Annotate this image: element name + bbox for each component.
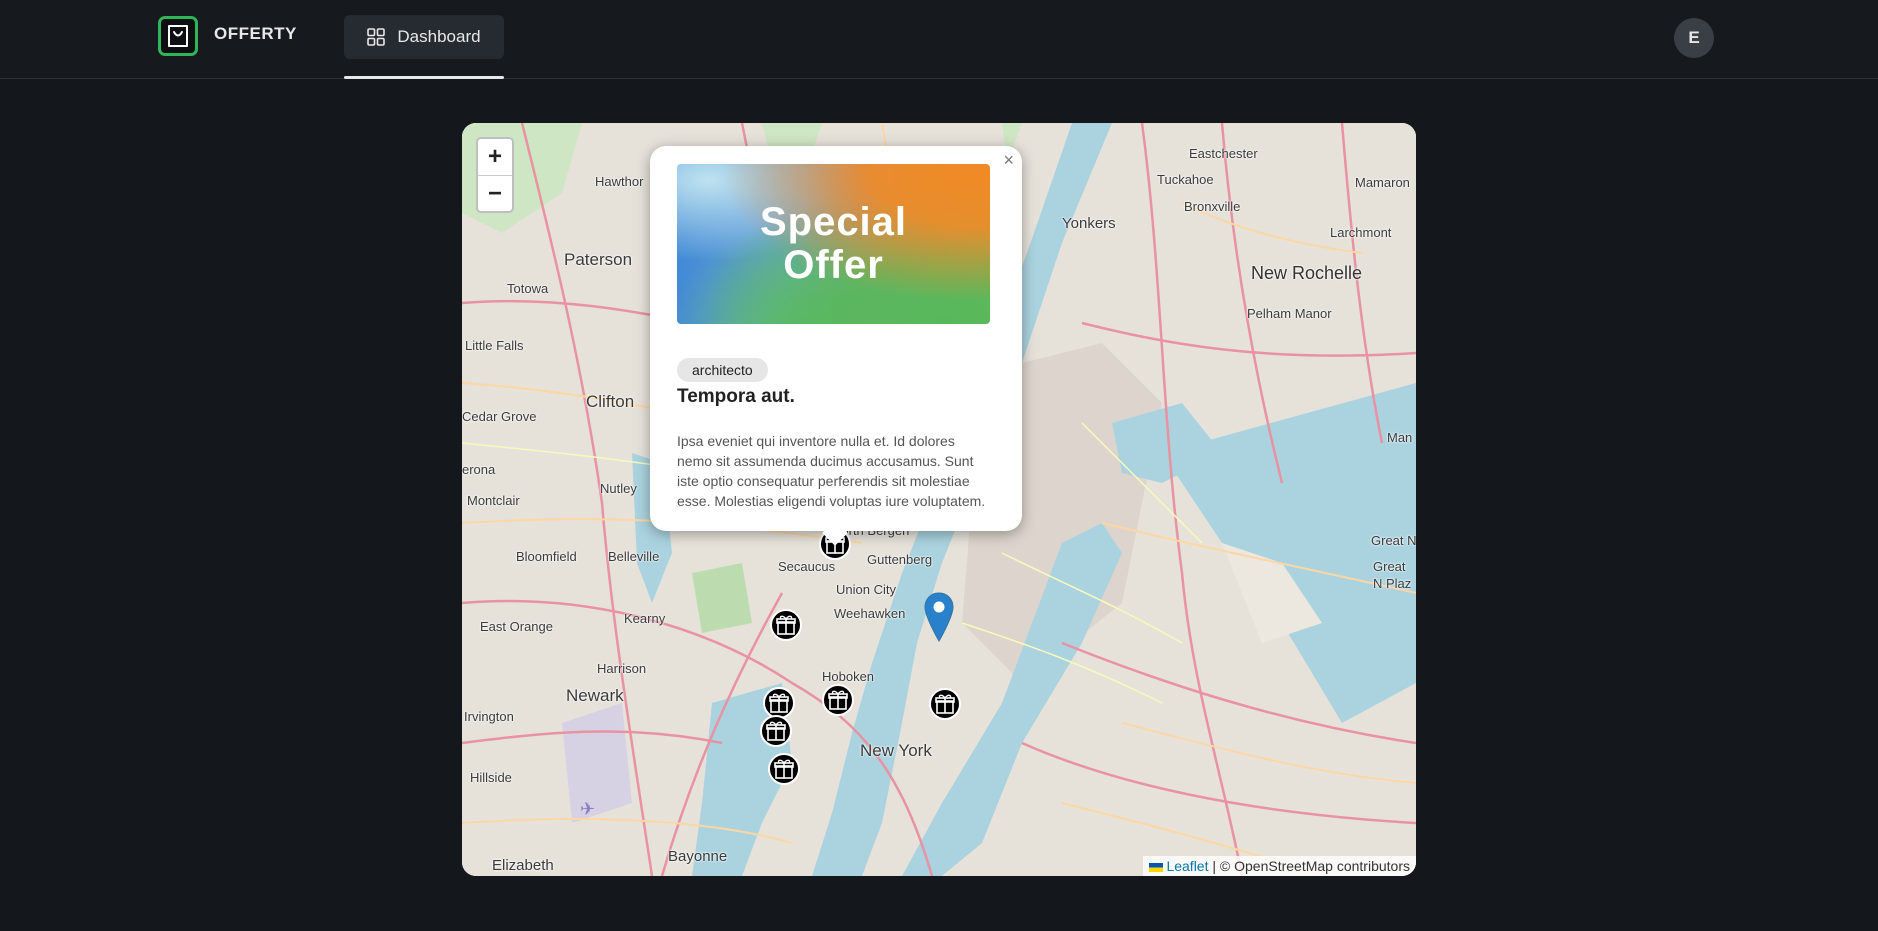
app-header: OFFERTY Dashboard E — [0, 0, 1878, 79]
gift-marker-icon[interactable] — [768, 753, 800, 785]
brand[interactable]: OFFERTY — [158, 16, 297, 56]
attribution-text: | © OpenStreetMap contributors — [1208, 858, 1410, 874]
place-label: Irvington — [464, 709, 514, 724]
location-pin-icon[interactable] — [924, 592, 954, 642]
place-label: Yonkers — [1062, 215, 1116, 232]
nav-tab-label: Dashboard — [397, 27, 481, 46]
active-tab-indicator — [344, 76, 504, 79]
brand-name: OFFERTY — [214, 24, 297, 43]
gift-marker-icon[interactable] — [760, 715, 792, 747]
place-label: Bloomfield — [516, 549, 577, 564]
place-label: Clifton — [586, 392, 635, 411]
place-label: Paterson — [564, 250, 633, 269]
zoom-out-button[interactable]: − — [478, 175, 512, 211]
shopping-bag-icon — [158, 16, 198, 56]
place-label: Bronxville — [1184, 199, 1241, 214]
avatar[interactable]: E — [1674, 18, 1714, 58]
place-label: Great N Plaz — [1373, 559, 1412, 591]
gift-marker-icon[interactable] — [770, 609, 802, 641]
place-label: Union City — [836, 582, 896, 597]
grid-icon — [367, 28, 386, 46]
zoom-control: + − — [476, 137, 514, 213]
place-label: Eastchester — [1189, 146, 1258, 161]
nav-tab-dashboard[interactable]: Dashboard — [344, 15, 504, 59]
gift-marker-icon[interactable] — [822, 684, 854, 716]
ukraine-flag-icon — [1149, 862, 1164, 872]
gift-marker-icon[interactable] — [929, 688, 961, 720]
place-label: Belleville — [608, 549, 660, 564]
place-label: Totowa — [507, 281, 549, 296]
place-label: Bayonne — [668, 848, 728, 865]
map-attribution: Leaflet | © OpenStreetMap contributors — [1143, 856, 1416, 876]
place-label: New Rochelle — [1251, 263, 1363, 283]
place-label: Little Falls — [465, 338, 524, 353]
leaflet-link[interactable]: Leaflet — [1166, 858, 1208, 874]
zoom-in-button[interactable]: + — [478, 139, 512, 175]
place-label: Mamaron — [1355, 175, 1410, 190]
offer-description: Ipsa eveniet qui inventore nulla et. Id … — [677, 433, 986, 509]
close-icon[interactable]: × — [1003, 150, 1014, 171]
place-label: Kearny — [624, 611, 666, 626]
place-label: Hawthor — [595, 174, 644, 189]
offer-title: Tempora aut. — [677, 386, 795, 407]
place-label: Secaucus — [778, 559, 836, 574]
place-label: Hoboken — [822, 669, 875, 684]
place-label: Weehawken — [834, 606, 906, 621]
category-badge: architecto — [677, 358, 768, 382]
place-label: Montclair — [467, 493, 520, 508]
place-label: erona — [462, 462, 496, 477]
place-label: Tuckahoe — [1157, 172, 1214, 187]
offer-image-text: Special Offer — [759, 200, 908, 287]
place-label: Larchmont — [1330, 225, 1392, 240]
place-label: Guttenberg — [867, 552, 933, 567]
place-label: Hillside — [470, 770, 512, 785]
place-label: Great N — [1371, 533, 1416, 548]
place-label: Elizabeth — [492, 857, 554, 874]
place-label: Nutley — [600, 481, 637, 496]
place-label: Cedar Grove — [462, 409, 537, 424]
offer-popup: × Special Offer architecto Tempora aut. … — [650, 146, 1022, 546]
svg-text:✈: ✈ — [580, 799, 595, 820]
place-label: Newark — [566, 686, 624, 705]
offer-image: Special Offer — [677, 164, 990, 324]
offers-map[interactable]: ✈ Paterson Totowa Hawthor Little Falls C… — [462, 123, 1416, 876]
place-label: Harrison — [597, 661, 647, 676]
place-label: Man — [1387, 430, 1413, 445]
place-label: Pelham Manor — [1247, 306, 1332, 321]
gift-marker-icon[interactable] — [763, 687, 795, 719]
place-label: East Orange — [480, 619, 553, 634]
place-label: New York — [860, 741, 932, 760]
